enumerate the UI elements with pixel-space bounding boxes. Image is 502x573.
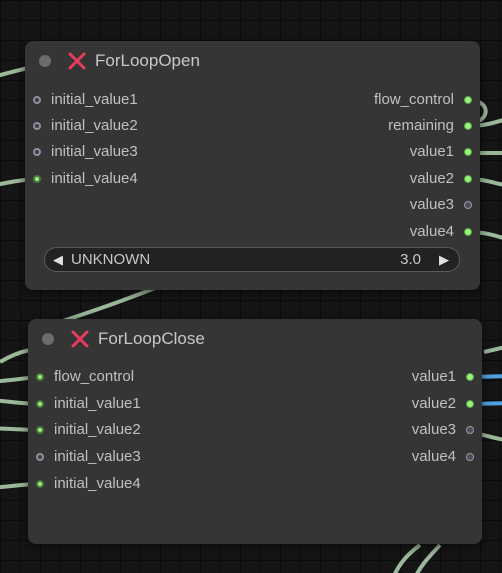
decrement-arrow-icon[interactable]: ◀ (53, 252, 63, 268)
node-forloopopen[interactable]: ForLoopOpen initial_value1 initial_value… (25, 41, 480, 290)
wire (415, 543, 442, 573)
slot-dot-icon[interactable] (36, 373, 44, 381)
node-title: ForLoopOpen (95, 51, 200, 70)
input-slot-initial-value2[interactable]: initial_value2 (36, 419, 141, 441)
input-label: initial_value3 (54, 448, 141, 465)
output-label: value2 (411, 395, 456, 412)
slot-dot-icon[interactable] (33, 122, 41, 130)
slot-dot-icon[interactable] (36, 453, 44, 461)
collapse-dot-icon[interactable] (39, 55, 51, 67)
slot-dot-icon[interactable] (464, 122, 472, 130)
output-slot-value2[interactable]: value2 (410, 168, 472, 190)
input-label: initial_value2 (54, 421, 141, 438)
slot-dot-icon[interactable] (36, 426, 44, 434)
slot-dot-icon[interactable] (33, 148, 41, 156)
node-header[interactable]: ForLoopClose (28, 319, 482, 359)
wire (393, 543, 422, 573)
input-slot-initial-value4[interactable]: initial_value4 (33, 168, 138, 190)
slot-dot-icon[interactable] (36, 400, 44, 408)
slot-dot-icon[interactable] (466, 373, 474, 381)
output-label: value2 (409, 170, 454, 187)
input-label: initial_value3 (51, 143, 138, 160)
slot-dot-icon[interactable] (466, 400, 474, 408)
output-label: value3 (411, 421, 456, 438)
input-label: initial_value4 (51, 170, 138, 187)
slot-dot-icon[interactable] (464, 148, 472, 156)
widget-value[interactable]: 3.0 (400, 251, 421, 268)
input-slot-initial-value3[interactable]: initial_value3 (33, 141, 138, 163)
input-slot-initial-value4[interactable]: initial_value4 (36, 473, 141, 495)
slot-dot-icon[interactable] (33, 175, 41, 183)
slot-dot-icon[interactable] (36, 480, 44, 488)
output-slot-value3[interactable]: value3 (412, 419, 474, 441)
wire (59, 284, 161, 324)
number-widget[interactable]: ◀ UNKNOWN 3.0 ▶ (44, 247, 460, 272)
slot-dot-icon[interactable] (464, 228, 472, 236)
output-label: value4 (411, 448, 456, 465)
increment-arrow-icon[interactable]: ▶ (439, 252, 449, 268)
input-slot-initial-value3[interactable]: initial_value3 (36, 446, 141, 468)
output-slot-value4[interactable]: value4 (410, 221, 472, 243)
output-slot-value4[interactable]: value4 (412, 446, 474, 468)
input-slot-initial-value1[interactable]: initial_value1 (33, 89, 138, 111)
output-slot-flow-control[interactable]: flow_control (374, 89, 472, 111)
collapse-dot-icon[interactable] (42, 333, 54, 345)
slot-dot-icon[interactable] (464, 201, 472, 209)
slot-dot-icon[interactable] (466, 453, 474, 461)
output-slot-value3[interactable]: value3 (410, 194, 472, 216)
input-label: initial_value1 (54, 395, 141, 412)
output-label: flow_control (373, 91, 454, 108)
output-label: value1 (409, 143, 454, 160)
input-slot-flow-control[interactable]: flow_control (36, 366, 134, 388)
slot-dot-icon[interactable] (466, 426, 474, 434)
output-label: value1 (411, 368, 456, 385)
slot-dot-icon[interactable] (464, 96, 472, 104)
output-slot-value1[interactable]: value1 (410, 141, 472, 163)
input-label: flow_control (54, 368, 135, 385)
output-slot-value1[interactable]: value1 (412, 366, 474, 388)
output-label: value3 (409, 196, 454, 213)
slot-dot-icon[interactable] (464, 175, 472, 183)
widget-label: UNKNOWN (71, 251, 151, 268)
close-x-icon (68, 52, 86, 70)
node-header[interactable]: ForLoopOpen (25, 41, 480, 81)
output-label: value4 (409, 223, 454, 240)
wire (0, 348, 31, 364)
input-slot-initial-value1[interactable]: initial_value1 (36, 393, 141, 415)
input-label: initial_value1 (51, 91, 138, 108)
node-title: ForLoopClose (98, 329, 205, 348)
close-x-icon (71, 330, 89, 348)
output-slot-remaining[interactable]: remaining (388, 115, 472, 137)
input-label: initial_value2 (51, 117, 138, 134)
node-forloopclose[interactable]: ForLoopClose flow_control initial_value1… (28, 319, 482, 544)
input-label: initial_value4 (54, 475, 141, 492)
input-slot-initial-value2[interactable]: initial_value2 (33, 115, 138, 137)
output-label: remaining (388, 117, 454, 134)
output-slot-value2[interactable]: value2 (412, 393, 474, 415)
slot-dot-icon[interactable] (33, 96, 41, 104)
wire (483, 345, 502, 354)
